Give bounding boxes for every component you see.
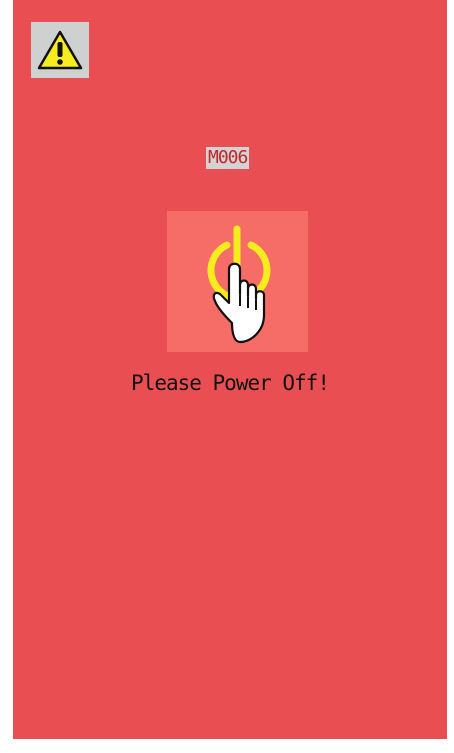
- power-off-message: Please Power Off!: [131, 371, 330, 395]
- power-off-button[interactable]: [167, 211, 308, 352]
- warning-button[interactable]: [31, 22, 89, 78]
- alarm-code-label: M006: [206, 147, 250, 169]
- alarm-screen: M006 Please Power Off!: [13, 0, 447, 739]
- pointing-hand-icon: [212, 262, 266, 344]
- warning-triangle-icon: [37, 30, 83, 70]
